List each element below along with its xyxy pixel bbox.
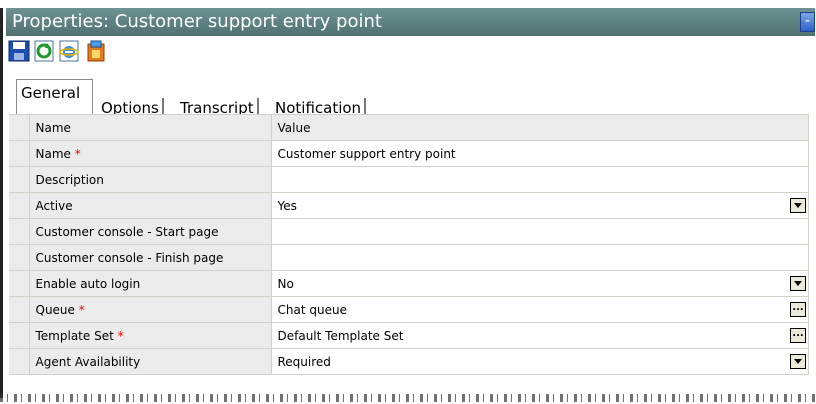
table-row: Name * Customer support entry point — [9, 140, 809, 167]
property-name-label: Customer console - Finish page — [35, 250, 224, 265]
property-value-cell[interactable]: Default Template Set... — [271, 322, 809, 349]
table-row: Agent Availability Required — [9, 348, 809, 375]
property-value-cell[interactable] — [271, 218, 809, 245]
property-name-label: Enable auto login — [35, 276, 141, 291]
tab-general[interactable]: General — [16, 79, 93, 119]
browse-button[interactable]: ... — [790, 328, 806, 343]
title-bar: Properties: Customer support entry point… — [6, 8, 815, 36]
row-selector-header — [9, 114, 30, 141]
bottom-border — [0, 394, 816, 402]
refresh-icon — [34, 40, 54, 62]
property-value: Chat queue — [277, 302, 347, 317]
property-value-cell[interactable]: Yes — [271, 192, 809, 219]
dropdown-arrow-icon[interactable] — [790, 354, 806, 369]
window-title: Properties: Customer support entry point — [12, 11, 382, 32]
table-row: Enable auto login No — [9, 270, 809, 297]
dropdown-arrow-icon[interactable] — [790, 276, 806, 291]
column-header-name: Name — [29, 114, 272, 141]
table-row: Queue * Chat queue... — [9, 296, 809, 323]
save-icon — [8, 40, 30, 62]
minimize-button[interactable]: - — [800, 12, 815, 32]
table-row: Customer console - Start page — [9, 218, 809, 245]
row-selector[interactable] — [9, 348, 30, 375]
property-name: Queue * — [29, 296, 272, 323]
property-name-label: Description — [35, 172, 104, 187]
internet-explorer-icon — [59, 40, 79, 62]
window-left-edge — [0, 8, 3, 398]
property-name: Template Set * — [29, 322, 272, 349]
property-value-cell[interactable] — [271, 166, 809, 193]
required-marker: * — [117, 328, 124, 343]
property-value-cell[interactable]: No — [271, 270, 809, 297]
wizard-icon — [87, 40, 105, 62]
column-header-value: Value — [271, 114, 809, 141]
property-name-label: Template Set — [35, 328, 114, 343]
row-selector[interactable] — [9, 322, 30, 349]
property-name: Agent Availability — [29, 348, 272, 375]
property-value: Customer support entry point — [277, 146, 456, 161]
row-selector[interactable] — [9, 192, 30, 219]
property-value-cell[interactable] — [271, 244, 809, 271]
property-value-cell[interactable]: Required — [271, 348, 809, 375]
toolbar — [6, 36, 815, 80]
property-value: No — [277, 276, 294, 291]
property-name: Customer console - Start page — [29, 218, 272, 245]
property-name-label: Customer console - Start page — [35, 224, 219, 239]
table-row: Description — [9, 166, 809, 193]
property-name: Description — [29, 166, 272, 193]
row-selector[interactable] — [9, 166, 30, 193]
property-value: Yes — [277, 198, 297, 213]
property-value-cell[interactable]: Customer support entry point — [271, 140, 809, 167]
required-marker: * — [78, 302, 85, 317]
property-name: Customer console - Finish page — [29, 244, 272, 271]
grid-header-row: Name Value — [9, 114, 809, 141]
property-name-label: Name — [35, 146, 71, 161]
table-row: Active Yes — [9, 192, 809, 219]
table-row: Template Set * Default Template Set... — [9, 322, 809, 349]
browser-button[interactable] — [58, 39, 80, 63]
required-marker: * — [74, 146, 81, 161]
browse-button[interactable]: ... — [790, 302, 806, 317]
row-selector[interactable] — [9, 270, 30, 297]
properties-grid: Name Value Name * Customer support entry … — [9, 114, 809, 375]
row-selector[interactable] — [9, 296, 30, 323]
property-value-cell[interactable]: Chat queue... — [271, 296, 809, 323]
property-name-label: Agent Availability — [35, 354, 141, 369]
row-selector[interactable] — [9, 244, 30, 271]
dropdown-arrow-icon[interactable] — [790, 198, 806, 213]
save-button[interactable] — [8, 39, 30, 63]
row-selector[interactable] — [9, 140, 30, 167]
property-name: Name * — [29, 140, 272, 167]
property-name-label: Active — [35, 198, 73, 213]
property-name: Active — [29, 192, 272, 219]
property-value: Required — [277, 354, 331, 369]
table-row: Customer console - Finish page — [9, 244, 809, 271]
property-name-label: Queue — [35, 302, 75, 317]
refresh-button[interactable] — [33, 39, 55, 63]
row-selector[interactable] — [9, 218, 30, 245]
property-value: Default Template Set — [277, 328, 404, 343]
property-name: Enable auto login — [29, 270, 272, 297]
wizard-button[interactable] — [85, 39, 107, 63]
